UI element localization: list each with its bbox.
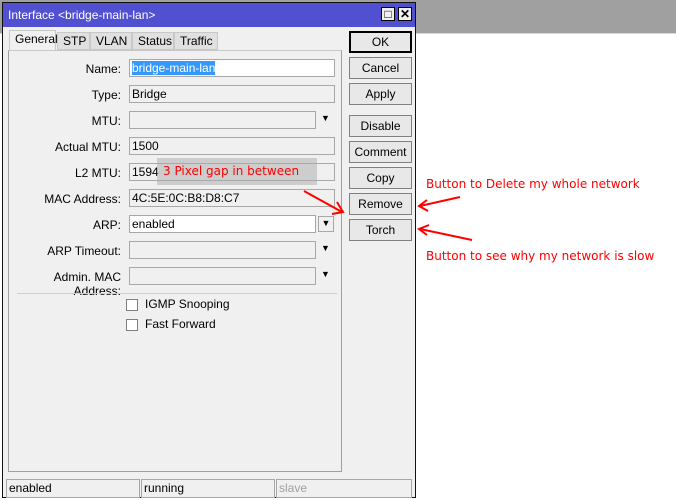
arrow-to-torch bbox=[419, 228, 473, 241]
annotation-arrows bbox=[303, 190, 473, 241]
arrow-to-torch-from-gap bbox=[303, 190, 343, 213]
